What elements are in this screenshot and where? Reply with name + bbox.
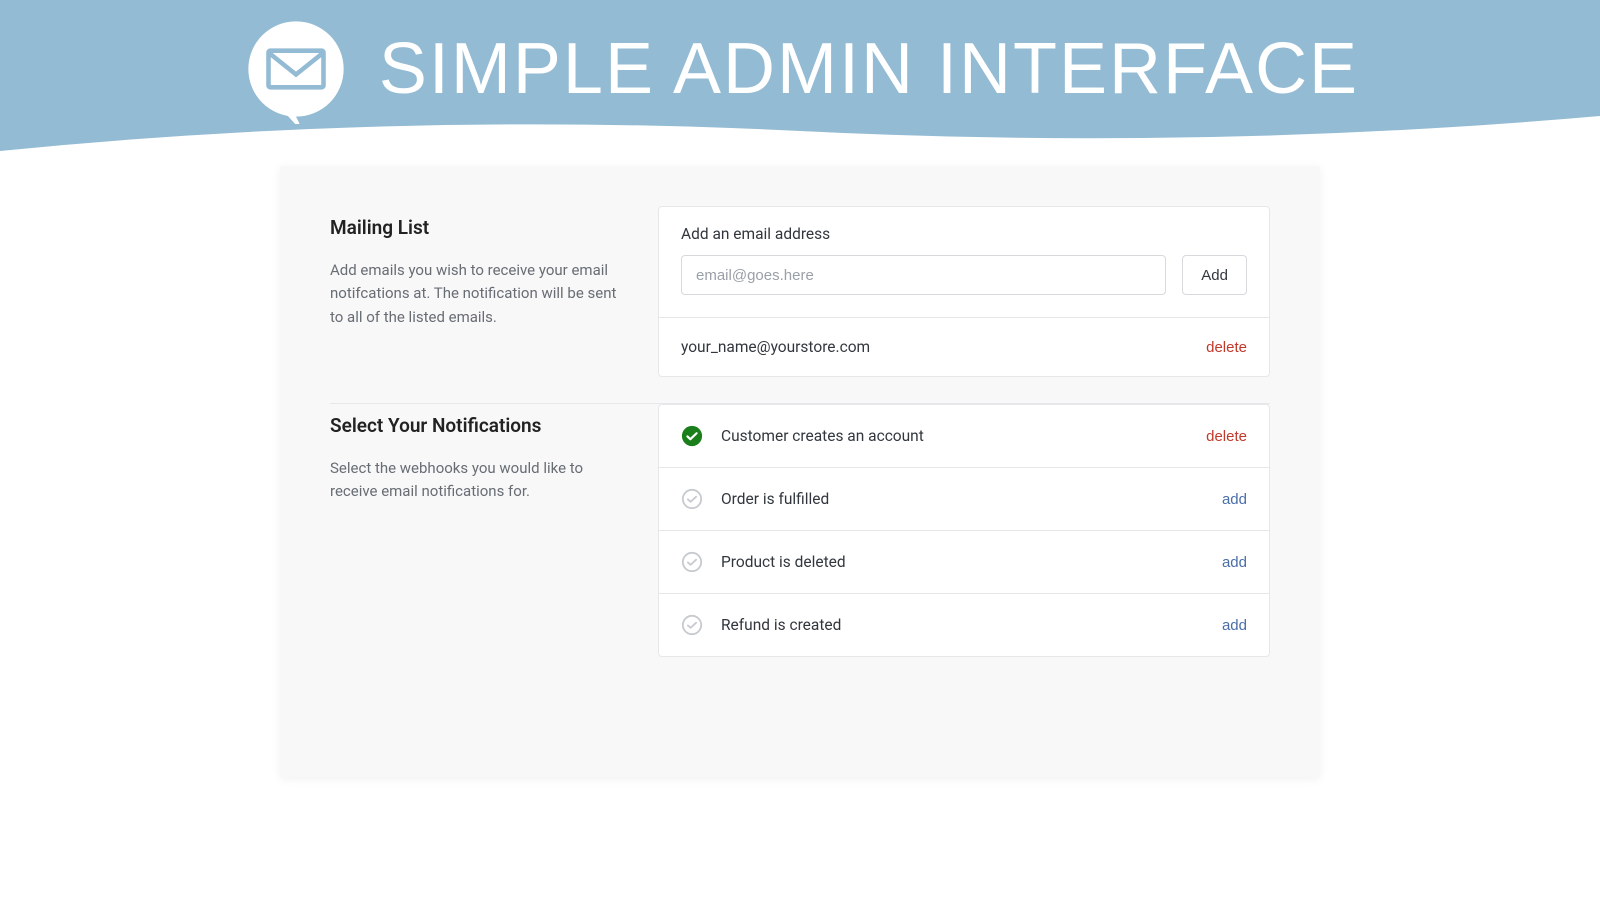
- email-list-item: your_name@yourstore.com delete: [659, 317, 1269, 376]
- admin-panel: Mailing List Add emails you wish to rece…: [280, 166, 1320, 777]
- notification-add-link[interactable]: add: [1222, 491, 1247, 508]
- mailing-title: Mailing List: [330, 216, 622, 239]
- notification-label: Order is fulfilled: [721, 490, 1222, 508]
- notification-item: Order is fulfilled add: [659, 467, 1269, 530]
- notification-add-link[interactable]: add: [1222, 617, 1247, 634]
- notifications-card: Customer creates an account delete Order…: [658, 404, 1270, 657]
- add-email-button[interactable]: Add: [1182, 255, 1247, 295]
- mail-speech-icon: [241, 14, 351, 124]
- notifications-desc: Select the webhooks you would like to re…: [330, 457, 622, 504]
- notification-item: Refund is created add: [659, 593, 1269, 656]
- delete-email-link[interactable]: delete: [1206, 339, 1247, 356]
- notification-add-link[interactable]: add: [1222, 554, 1247, 571]
- notification-item: Customer creates an account delete: [659, 405, 1269, 467]
- check-circle-outline-icon: [681, 614, 703, 636]
- add-email-label: Add an email address: [681, 225, 1247, 243]
- mailing-list-section: Mailing List Add emails you wish to rece…: [330, 206, 1270, 377]
- notification-label: Product is deleted: [721, 553, 1222, 571]
- hero-banner: SIMPLE ADMIN INTERFACE: [0, 0, 1600, 170]
- mailing-card: Add an email address Add your_name@yours…: [658, 206, 1270, 377]
- check-circle-icon: [681, 425, 703, 447]
- notification-label: Customer creates an account: [721, 427, 1206, 445]
- mailing-desc: Add emails you wish to receive your emai…: [330, 259, 622, 329]
- check-circle-outline-icon: [681, 551, 703, 573]
- notifications-section: Select Your Notifications Select the web…: [330, 404, 1270, 657]
- notification-label: Refund is created: [721, 616, 1222, 634]
- hero-title: SIMPLE ADMIN INTERFACE: [379, 28, 1359, 110]
- notification-delete-link[interactable]: delete: [1206, 428, 1247, 445]
- check-circle-outline-icon: [681, 488, 703, 510]
- email-input[interactable]: [681, 255, 1166, 295]
- email-address: your_name@yourstore.com: [681, 338, 870, 356]
- notification-item: Product is deleted add: [659, 530, 1269, 593]
- notifications-title: Select Your Notifications: [330, 414, 622, 437]
